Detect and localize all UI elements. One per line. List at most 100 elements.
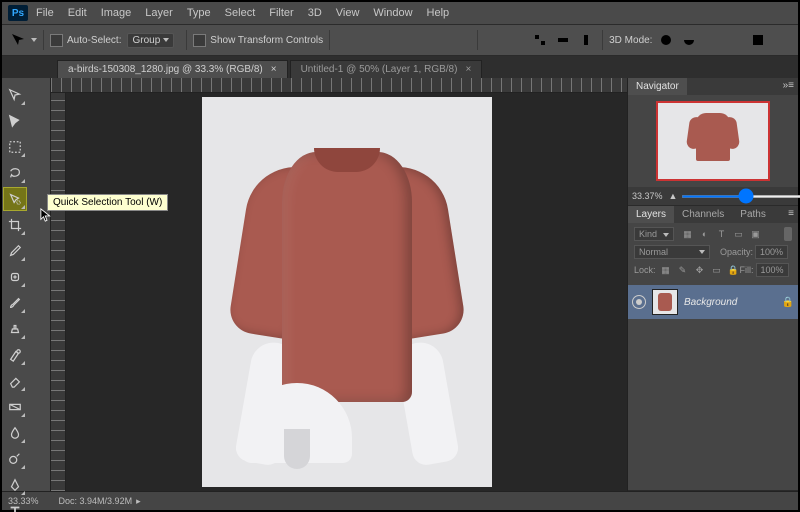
ruler-horizontal[interactable] xyxy=(51,78,627,93)
3d-slide-icon[interactable] xyxy=(727,32,743,48)
toolbox xyxy=(2,78,51,491)
tool-preset-dropdown-icon[interactable] xyxy=(31,38,37,42)
distribute-2-icon[interactable] xyxy=(509,32,525,48)
eraser-tool[interactable] xyxy=(3,369,27,393)
menu-type[interactable]: Type xyxy=(187,7,211,19)
panel-menu-icon[interactable]: ≡ xyxy=(784,206,798,223)
layers-panel: Layers Channels Paths ≡ Kind ▦ ◐ T ▭ ▣ xyxy=(628,206,798,491)
menu-filter[interactable]: Filter xyxy=(269,7,293,19)
mannequin xyxy=(284,429,310,469)
menu-bar: Ps File Edit Image Layer Type Select Fil… xyxy=(2,2,798,25)
lock-position-icon[interactable]: ✥ xyxy=(694,264,706,276)
move-tool[interactable] xyxy=(3,83,27,107)
history-brush-tool[interactable] xyxy=(3,343,27,367)
document-tab-inactive[interactable]: Untitled-1 @ 50% (Layer 1, RGB/8)× xyxy=(290,60,483,78)
blend-mode-select[interactable]: Normal xyxy=(634,245,710,259)
menu-select[interactable]: Select xyxy=(225,7,256,19)
zoom-value[interactable]: 33.37% xyxy=(632,191,663,201)
layer-row[interactable]: Background 🔒 xyxy=(628,285,798,319)
layer-name[interactable]: Background xyxy=(684,297,737,308)
show-transform-label: Show Transform Controls xyxy=(210,35,323,46)
lock-artboard-icon[interactable]: ▭ xyxy=(711,264,723,276)
auto-select-target-select[interactable]: Group xyxy=(127,33,174,48)
auto-select-label: Auto-Select: xyxy=(67,35,121,46)
lasso-tool[interactable] xyxy=(3,161,27,185)
lock-pixels-icon[interactable]: ✎ xyxy=(677,264,689,276)
lock-all-icon[interactable]: 🔒 xyxy=(728,264,740,276)
layers-tab[interactable]: Layers xyxy=(628,206,674,223)
align-left-icon[interactable] xyxy=(407,32,423,48)
filter-adjust-icon[interactable]: ◐ xyxy=(699,228,711,240)
filter-smart-icon[interactable]: ▣ xyxy=(750,228,762,240)
navigator-tab[interactable]: Navigator xyxy=(628,78,687,95)
menu-3d[interactable]: 3D xyxy=(308,7,322,19)
distribute-3-icon[interactable] xyxy=(532,32,548,48)
align-vcenter-icon[interactable] xyxy=(361,32,377,48)
eyedropper-tool[interactable] xyxy=(3,239,27,263)
align-hcenter-icon[interactable] xyxy=(430,32,446,48)
menu-image[interactable]: Image xyxy=(101,7,132,19)
artboard-tool[interactable] xyxy=(3,109,27,133)
3d-mode-label: 3D Mode: xyxy=(609,35,652,46)
status-disclosure-icon[interactable]: ▸ xyxy=(136,496,141,507)
3d-roll-icon[interactable] xyxy=(681,32,697,48)
quick-selection-tool[interactable] xyxy=(3,187,27,211)
healing-brush-tool[interactable] xyxy=(3,265,27,289)
align-bottom-icon[interactable] xyxy=(384,32,400,48)
3d-orbit-icon[interactable] xyxy=(658,32,674,48)
marquee-tool[interactable] xyxy=(3,135,27,159)
auto-select-checkbox[interactable] xyxy=(50,34,63,47)
move-tool-icon[interactable] xyxy=(10,32,26,48)
zoom-slider[interactable] xyxy=(681,195,800,198)
document-tab-active[interactable]: a-birds-150308_1280.jpg @ 33.3% (RGB/8)× xyxy=(57,60,288,78)
lock-icon[interactable]: 🔒 xyxy=(782,297,794,308)
brush-tool[interactable] xyxy=(3,291,27,315)
fill-input[interactable]: 100% xyxy=(756,263,789,277)
filter-shape-icon[interactable]: ▭ xyxy=(733,228,745,240)
right-panels: Navigator »≡ 33.37% ▲ xyxy=(627,78,798,491)
show-transform-checkbox[interactable] xyxy=(193,34,206,47)
menu-file[interactable]: File xyxy=(36,7,54,19)
blur-tool[interactable] xyxy=(3,421,27,445)
paths-tab[interactable]: Paths xyxy=(732,206,774,223)
canvas-area[interactable] xyxy=(66,93,627,491)
type-tool[interactable] xyxy=(3,499,27,512)
distribute-4-icon[interactable] xyxy=(555,32,571,48)
zoom-out-icon[interactable]: ▲ xyxy=(669,191,678,201)
align-right-icon[interactable] xyxy=(453,32,469,48)
close-icon[interactable]: × xyxy=(271,64,277,75)
layer-thumbnail[interactable] xyxy=(652,289,678,315)
navigator-thumbnail[interactable] xyxy=(656,101,770,181)
app-logo: Ps xyxy=(8,5,28,21)
menu-edit[interactable]: Edit xyxy=(68,7,87,19)
menu-view[interactable]: View xyxy=(336,7,360,19)
document-canvas[interactable] xyxy=(202,97,492,487)
lock-transparent-icon[interactable]: ▦ xyxy=(660,264,672,276)
filter-type-icon[interactable]: T xyxy=(716,228,728,240)
3d-pan-icon[interactable] xyxy=(704,32,720,48)
close-icon[interactable]: × xyxy=(465,64,471,75)
layer-filter-kind-select[interactable]: Kind xyxy=(634,227,674,241)
panel-menu-icon[interactable]: »≡ xyxy=(779,78,798,95)
crop-tool[interactable] xyxy=(3,213,27,237)
menu-layer[interactable]: Layer xyxy=(145,7,173,19)
menu-help[interactable]: Help xyxy=(427,7,450,19)
channels-tab[interactable]: Channels xyxy=(674,206,732,223)
pen-tool[interactable] xyxy=(3,473,27,497)
distribute-1-icon[interactable] xyxy=(486,32,502,48)
opacity-input[interactable]: 100% xyxy=(755,245,788,259)
status-doc-size[interactable]: Doc: 3.94M/3.92M xyxy=(59,496,133,506)
ruler-vertical[interactable] xyxy=(51,93,66,491)
align-top-icon[interactable] xyxy=(338,32,354,48)
distribute-5-icon[interactable] xyxy=(578,32,594,48)
gradient-tool[interactable] xyxy=(3,395,27,419)
filter-pixel-icon[interactable]: ▦ xyxy=(682,228,694,240)
menu-window[interactable]: Window xyxy=(373,7,412,19)
clone-stamp-tool[interactable] xyxy=(3,317,27,341)
3d-scale-icon[interactable] xyxy=(750,32,766,48)
filter-toggle[interactable] xyxy=(784,227,792,241)
dodge-tool[interactable] xyxy=(3,447,27,471)
visibility-toggle-icon[interactable] xyxy=(632,295,646,309)
navigator-panel: Navigator »≡ 33.37% ▲ xyxy=(628,78,798,206)
options-bar: Auto-Select: Group Show Transform Contro… xyxy=(2,25,798,56)
